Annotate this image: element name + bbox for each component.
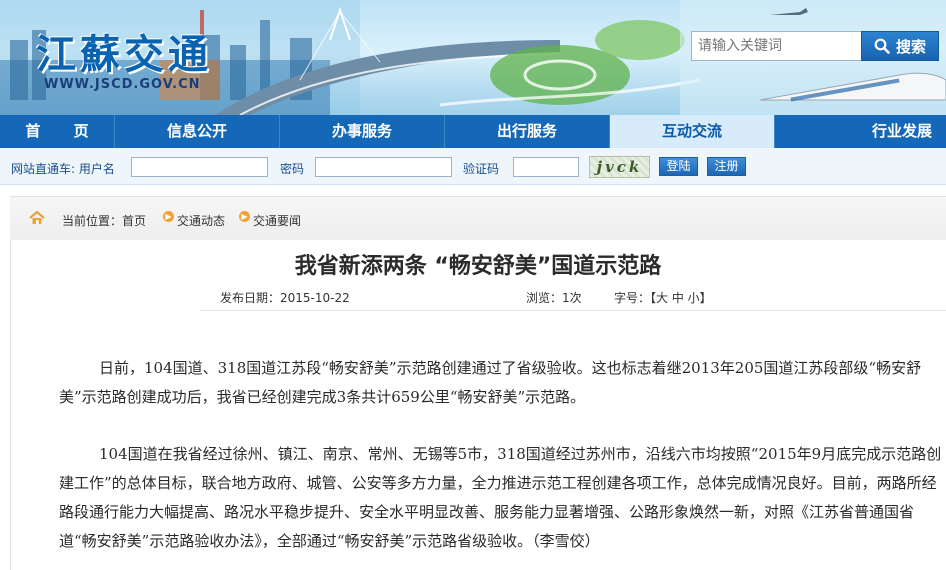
nav-item-industry[interactable]: 行业发展 — [775, 115, 940, 148]
nav-item-services[interactable]: 办事服务 — [280, 115, 445, 148]
search-input[interactable] — [691, 31, 862, 61]
password-input[interactable] — [315, 157, 452, 177]
article-paragraph: 104国道在我省经过徐州、镇江、南京、常州、无锡等5市，318国道经过苏州市，沿… — [59, 445, 942, 550]
username-label: 网站直通车: 用户名 — [11, 162, 115, 176]
username-input[interactable] — [131, 157, 268, 177]
home-icon — [29, 210, 45, 224]
register-button[interactable]: 注册 — [707, 157, 746, 176]
nav-item-interaction[interactable]: 互动交流 — [610, 115, 775, 148]
nav-item-home[interactable]: 首 页 — [0, 115, 115, 148]
publish-date: 发布日期：2015-10-22 — [220, 291, 350, 305]
breadcrumb: 当前位置：首页 ▶ 交通动态 ▶ 交通要闻 — [10, 196, 946, 240]
captcha-label: 验证码 — [463, 162, 500, 176]
captcha-input[interactable] — [513, 157, 579, 177]
search-button-label: 搜索 — [895, 37, 926, 56]
article-paragraph: 日前，104国道、318国道江苏段“畅安舒美”示范路创建通过了省级验收。这也标志… — [59, 359, 922, 406]
breadcrumb-traffic-news[interactable]: 交通动态 — [177, 212, 225, 229]
article-title: 我省新添两条 “畅安舒美”国道示范路 — [294, 254, 662, 279]
main-nav: 首 页 信息公开 办事服务 出行服务 互动交流 行业发展 — [0, 115, 946, 148]
breadcrumb-separator-icon: ▶ — [239, 211, 250, 222]
meta-divider — [200, 310, 946, 311]
view-count: 浏览：1次 — [526, 291, 582, 305]
login-bar: 网站直通车: 用户名 密码 验证码 jvck 登陆 注册 — [0, 148, 946, 185]
breadcrumb-separator-icon: ▶ — [163, 211, 174, 222]
nav-item-travel[interactable]: 出行服务 — [445, 115, 610, 148]
password-label: 密码 — [280, 162, 305, 176]
header-banner: 江蘇交通 WWW.JSCD.GOV.CN 搜索 — [0, 0, 946, 115]
login-button[interactable]: 登陆 — [659, 157, 698, 176]
search-icon — [874, 38, 890, 54]
breadcrumb-home[interactable]: 当前位置：首页 — [62, 212, 146, 229]
nav-item-info-disclosure[interactable]: 信息公开 — [115, 115, 280, 148]
captcha-image[interactable]: jvck — [589, 156, 650, 178]
site-logo-url: WWW.JSCD.GOV.CN — [44, 77, 201, 92]
site-logo-text: 江蘇交通 — [36, 31, 212, 78]
breadcrumb-traffic-headlines[interactable]: 交通要闻 — [253, 212, 301, 229]
font-size-selector[interactable]: 字号：【大 中 小】 — [614, 289, 712, 306]
search-button[interactable]: 搜索 — [861, 31, 939, 61]
